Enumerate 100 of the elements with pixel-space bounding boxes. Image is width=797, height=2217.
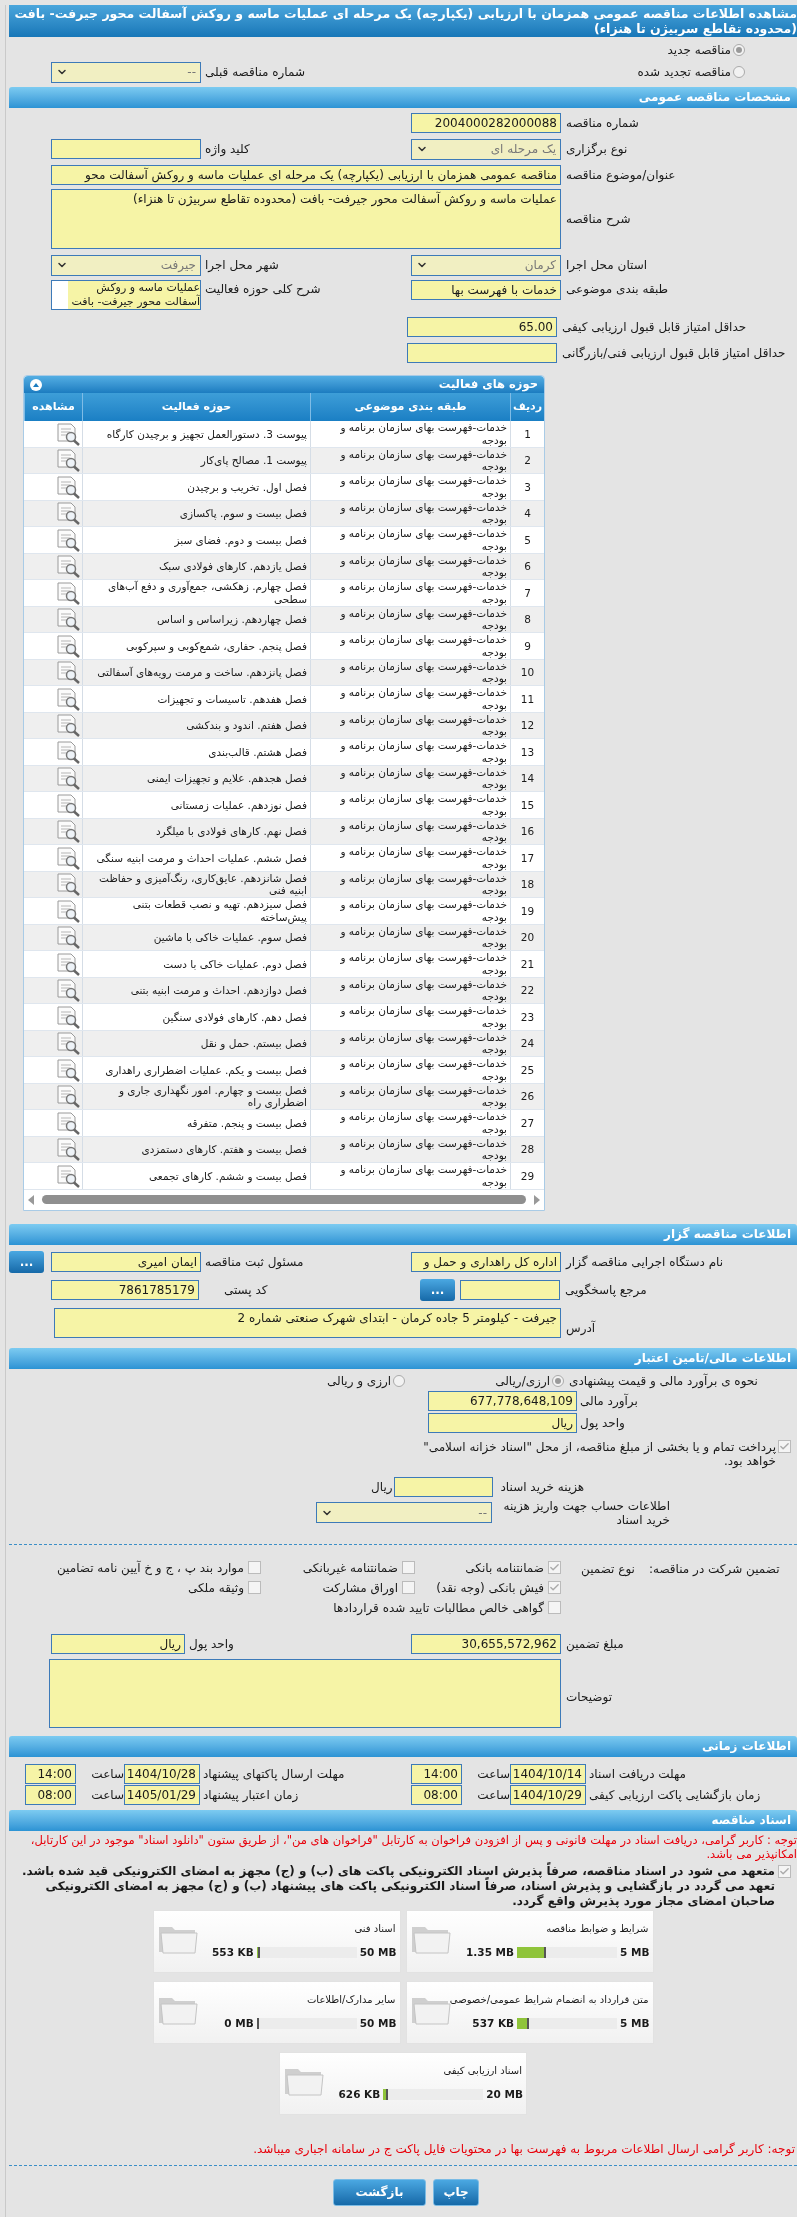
document-magnifier-icon[interactable] bbox=[55, 1110, 81, 1135]
action-button[interactable]: چاپ bbox=[433, 2178, 479, 2206]
document-magnifier-icon[interactable] bbox=[55, 1084, 81, 1109]
document-magnifier-icon[interactable] bbox=[55, 819, 81, 844]
table-cell: 25 bbox=[510, 1057, 544, 1083]
text-field[interactable]: 08:00 bbox=[25, 1784, 76, 1805]
table-cell: خدمات-فهرست بهای سازمان برنامه و بودجه bbox=[310, 898, 510, 924]
document-magnifier-icon[interactable] bbox=[55, 501, 81, 526]
checkbox[interactable] bbox=[248, 1581, 261, 1594]
document-magnifier-icon[interactable] bbox=[55, 448, 81, 473]
radio-button[interactable] bbox=[552, 1374, 564, 1387]
text-field[interactable] bbox=[460, 1279, 560, 1300]
text-field[interactable]: 14:00 bbox=[411, 1763, 462, 1784]
list-box[interactable]: عملیات ماسه و روکش آسفالت محور جیرفت- بافت bbox=[51, 280, 201, 310]
text-field[interactable]: 30,655,572,962 bbox=[411, 1633, 561, 1654]
document-magnifier-icon[interactable] bbox=[55, 766, 81, 791]
document-magnifier-icon[interactable] bbox=[55, 554, 81, 579]
text-field[interactable]: 1404/10/14 bbox=[510, 1763, 586, 1784]
table-cell: خدمات-فهرست بهای سازمان برنامه و بودجه bbox=[310, 712, 510, 738]
text-field[interactable]: ایمان امیری bbox=[51, 1251, 201, 1272]
document-magnifier-icon[interactable] bbox=[55, 792, 81, 817]
document-magnifier-icon[interactable] bbox=[55, 1057, 81, 1082]
document-magnifier-icon[interactable] bbox=[55, 527, 81, 552]
checkbox[interactable] bbox=[778, 1864, 791, 1878]
browse-button[interactable]: ... bbox=[420, 1278, 455, 1301]
browse-button[interactable]: ... bbox=[9, 1250, 44, 1273]
text-field[interactable] bbox=[393, 1476, 493, 1497]
table-cell: 19 bbox=[510, 898, 544, 924]
document-magnifier-icon[interactable] bbox=[55, 739, 81, 764]
text-field[interactable]: مناقصه عمومی همزمان با ارزیابی (یکپارچه) یک مرحله ای عملیات ماسه و روکش آسفالت محو bbox=[51, 165, 561, 185]
document-magnifier-icon[interactable] bbox=[55, 713, 81, 738]
size-text: 0 MB bbox=[224, 2015, 254, 2031]
text-area[interactable] bbox=[49, 1658, 561, 1728]
document-magnifier-icon[interactable] bbox=[55, 978, 81, 1003]
text-field[interactable]: جیرفت - کیلومتر 5 جاده کرمان - ابتدای شهرک صنعتی شماره 2 bbox=[54, 1307, 561, 1338]
text-field[interactable]: 08:00 bbox=[411, 1784, 462, 1805]
text-field[interactable]: 65.00 bbox=[407, 317, 557, 337]
document-magnifier-icon[interactable] bbox=[55, 1004, 81, 1029]
field-label: توضیحات bbox=[566, 1688, 613, 1706]
document-magnifier-icon[interactable] bbox=[55, 951, 81, 976]
document-magnifier-icon[interactable] bbox=[55, 686, 81, 711]
radio-button[interactable] bbox=[733, 66, 745, 78]
document-magnifier-icon[interactable] bbox=[55, 872, 81, 897]
collapse-icon[interactable] bbox=[30, 378, 42, 391]
text-field[interactable]: 1404/10/28 bbox=[124, 1763, 200, 1784]
dropdown[interactable]: یک مرحله ای bbox=[411, 138, 561, 160]
table-cell: 16 bbox=[510, 818, 544, 844]
document-magnifier-icon[interactable] bbox=[55, 580, 81, 605]
radio-button[interactable] bbox=[733, 44, 745, 56]
field-label: ساعت bbox=[90, 1765, 124, 1783]
radio-button[interactable] bbox=[393, 1374, 406, 1387]
field-label: حداقل امتیاز قابل قبول ارزیابی کیفی bbox=[562, 319, 747, 336]
document-magnifier-icon[interactable] bbox=[55, 1031, 81, 1056]
checkbox[interactable] bbox=[548, 1601, 561, 1614]
checkbox[interactable] bbox=[402, 1561, 415, 1574]
table-cell: 10 bbox=[510, 659, 544, 685]
section-header: اطلاعات مالی/تامین اعتبار bbox=[9, 1347, 797, 1369]
text-area[interactable]: عملیات ماسه و روکش آسفالت محور جیرفت- بافت (محدوده تقاطع سربیژن تا هنزاء) bbox=[51, 189, 561, 249]
text-field[interactable]: 1405/01/29 bbox=[124, 1784, 200, 1805]
text-field[interactable]: ریال bbox=[51, 1633, 185, 1654]
text-field[interactable]: 14:00 bbox=[25, 1763, 76, 1784]
checkbox[interactable] bbox=[548, 1561, 561, 1574]
document-magnifier-icon[interactable] bbox=[55, 1137, 81, 1162]
text-field[interactable] bbox=[51, 139, 201, 159]
text-field[interactable]: 7861785179 bbox=[51, 1279, 199, 1300]
document-magnifier-icon[interactable] bbox=[55, 660, 81, 685]
dropdown[interactable]: -- bbox=[316, 1502, 492, 1523]
text-field[interactable] bbox=[407, 343, 557, 363]
action-button[interactable]: بازگشت bbox=[333, 2178, 426, 2206]
column-header: حوزه فعالیت bbox=[161, 398, 232, 415]
document-magnifier-icon[interactable] bbox=[55, 421, 81, 446]
text-field[interactable]: 1404/10/29 bbox=[510, 1784, 586, 1805]
table-cell: فصل یازدهم. کارهای فولادی سبک bbox=[82, 553, 310, 579]
field-label: مبلغ تضمین bbox=[566, 1635, 624, 1653]
document-magnifier-icon[interactable] bbox=[55, 845, 81, 870]
table-cell: پیوست 1. مصالح پای‌کار bbox=[82, 447, 310, 473]
document-magnifier-icon[interactable] bbox=[55, 607, 81, 632]
limit-text: 5 MB bbox=[620, 1944, 650, 1960]
checkbox[interactable] bbox=[248, 1561, 261, 1574]
document-magnifier-icon[interactable] bbox=[55, 898, 81, 923]
document-magnifier-icon[interactable] bbox=[55, 474, 81, 499]
text-field[interactable]: 677,778,648,109 bbox=[428, 1390, 577, 1411]
text-field[interactable]: ریال bbox=[428, 1412, 577, 1433]
text-field[interactable]: 2004000282000088 bbox=[411, 113, 561, 133]
table-cell: خدمات-فهرست بهای سازمان برنامه و بودجه bbox=[310, 1110, 510, 1136]
document-magnifier-icon[interactable] bbox=[55, 633, 81, 658]
table-cell: فصل سوم. عملیات خاکی با ماشین bbox=[82, 924, 310, 950]
checkbox[interactable] bbox=[402, 1581, 415, 1594]
limit-text: 20 MB bbox=[486, 2086, 523, 2102]
text-field[interactable]: خدمات با فهرست بها bbox=[411, 280, 561, 300]
dropdown[interactable]: کرمان bbox=[411, 254, 561, 276]
dropdown[interactable]: -- bbox=[51, 61, 201, 83]
document-magnifier-icon[interactable] bbox=[55, 1163, 81, 1188]
dropdown[interactable]: جیرفت bbox=[51, 254, 201, 276]
text-field[interactable]: اداره کل راهداری و حمل و bbox=[411, 1251, 561, 1272]
field-label: مناقصه تجدید شده bbox=[637, 64, 731, 81]
checkbox[interactable] bbox=[548, 1581, 561, 1594]
document-magnifier-icon[interactable] bbox=[55, 925, 81, 950]
checkbox[interactable] bbox=[778, 1439, 791, 1453]
table-cell: فصل بیستم. حمل و نقل bbox=[82, 1030, 310, 1056]
